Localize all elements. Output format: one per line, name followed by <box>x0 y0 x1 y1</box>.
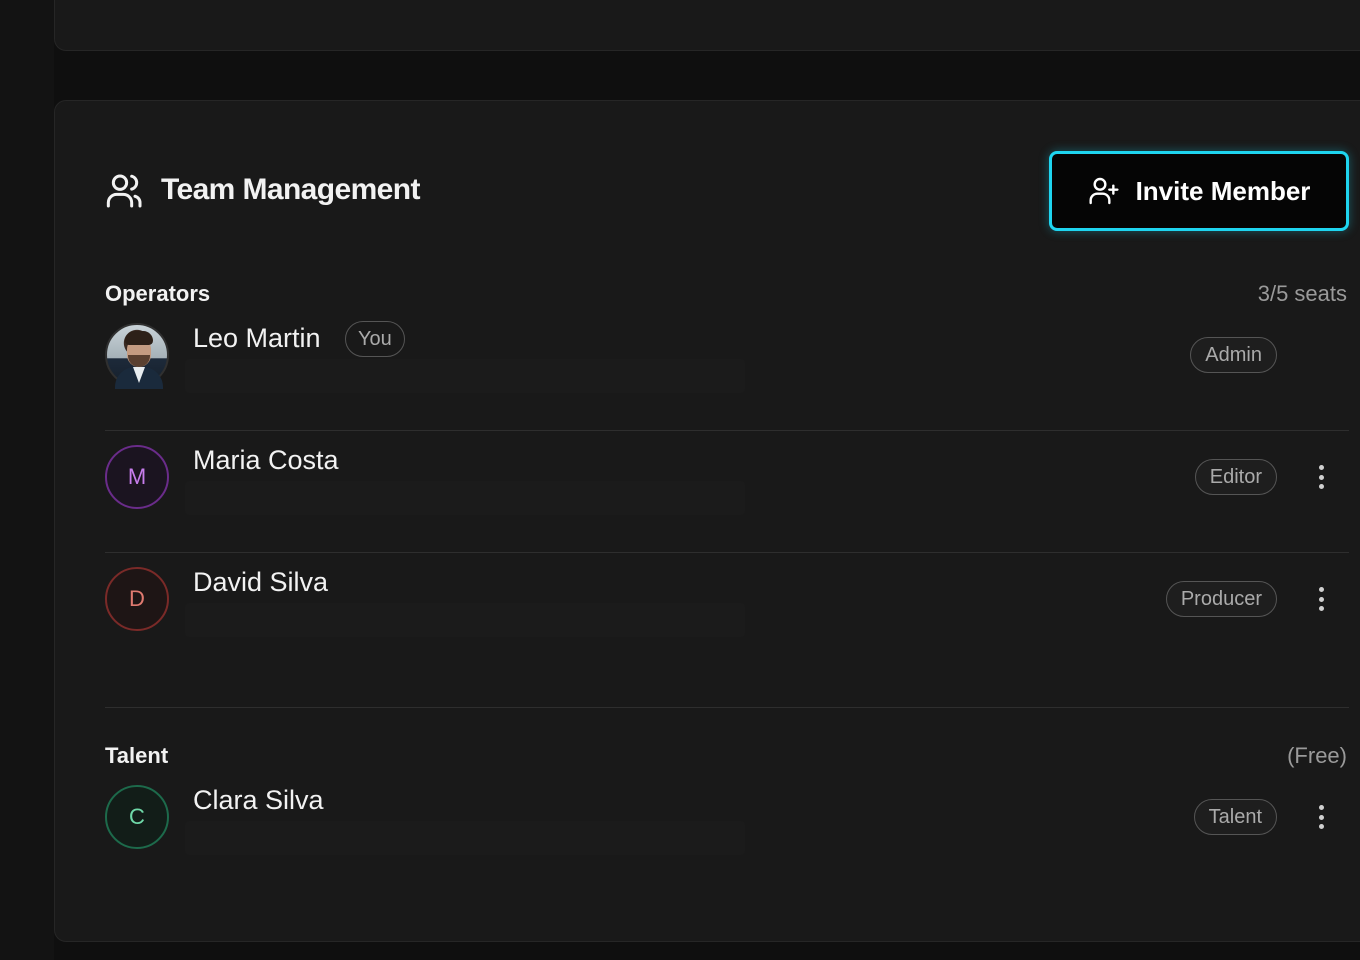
role-badge: Editor <box>1194 459 1277 495</box>
invite-member-label: Invite Member <box>1135 175 1311 206</box>
member-row-david-silva[interactable]: D David Silva Producer <box>105 553 1349 675</box>
talent-section-title: Talent <box>105 743 169 768</box>
seat-count: 3/5 seats <box>1257 281 1347 306</box>
talent-meta: (Free) <box>1287 743 1347 768</box>
more-vertical-icon[interactable] <box>1311 583 1331 615</box>
placeholder-line <box>185 359 745 393</box>
operators-section-title: Operators <box>105 281 211 306</box>
placeholder-line <box>185 821 745 855</box>
page-title: Team Management <box>161 173 420 206</box>
member-name: David Silva <box>193 567 329 597</box>
avatar-initial: C <box>105 785 169 849</box>
left-gutter <box>0 0 54 960</box>
member-row-leo-martin[interactable]: Leo Martin You Admin <box>105 309 1349 431</box>
member-name: Leo Martin <box>193 323 321 353</box>
role-badge: Producer <box>1165 581 1277 617</box>
team-header: Team Management Invite Member <box>105 151 1349 231</box>
role-badge: Admin <box>1190 337 1277 373</box>
you-badge: You <box>345 321 405 357</box>
avatar-photo <box>105 323 169 389</box>
placeholder-line <box>185 481 745 515</box>
member-name: Maria Costa <box>193 445 339 475</box>
previous-section-card <box>54 0 1360 51</box>
team-management-card: Team Management Invite Member Operators … <box>54 100 1360 942</box>
member-name: Clara Silva <box>193 785 324 815</box>
users-icon <box>106 174 142 208</box>
more-vertical-icon[interactable] <box>1311 801 1331 833</box>
avatar-hair <box>125 331 153 345</box>
invite-member-button[interactable]: Invite Member <box>1049 151 1349 231</box>
avatar-initial: D <box>105 567 169 631</box>
avatar-beard <box>128 355 150 367</box>
member-row-maria-costa[interactable]: M Maria Costa Editor <box>105 431 1349 553</box>
avatar-initial: M <box>105 445 169 509</box>
user-plus-icon <box>1089 177 1119 205</box>
role-badge: Talent <box>1193 799 1277 835</box>
placeholder-line <box>185 603 745 637</box>
more-vertical-icon[interactable] <box>1311 461 1331 493</box>
member-row-clara-silva[interactable]: C Clara Silva Talent <box>105 771 1349 893</box>
section-divider <box>105 707 1349 708</box>
